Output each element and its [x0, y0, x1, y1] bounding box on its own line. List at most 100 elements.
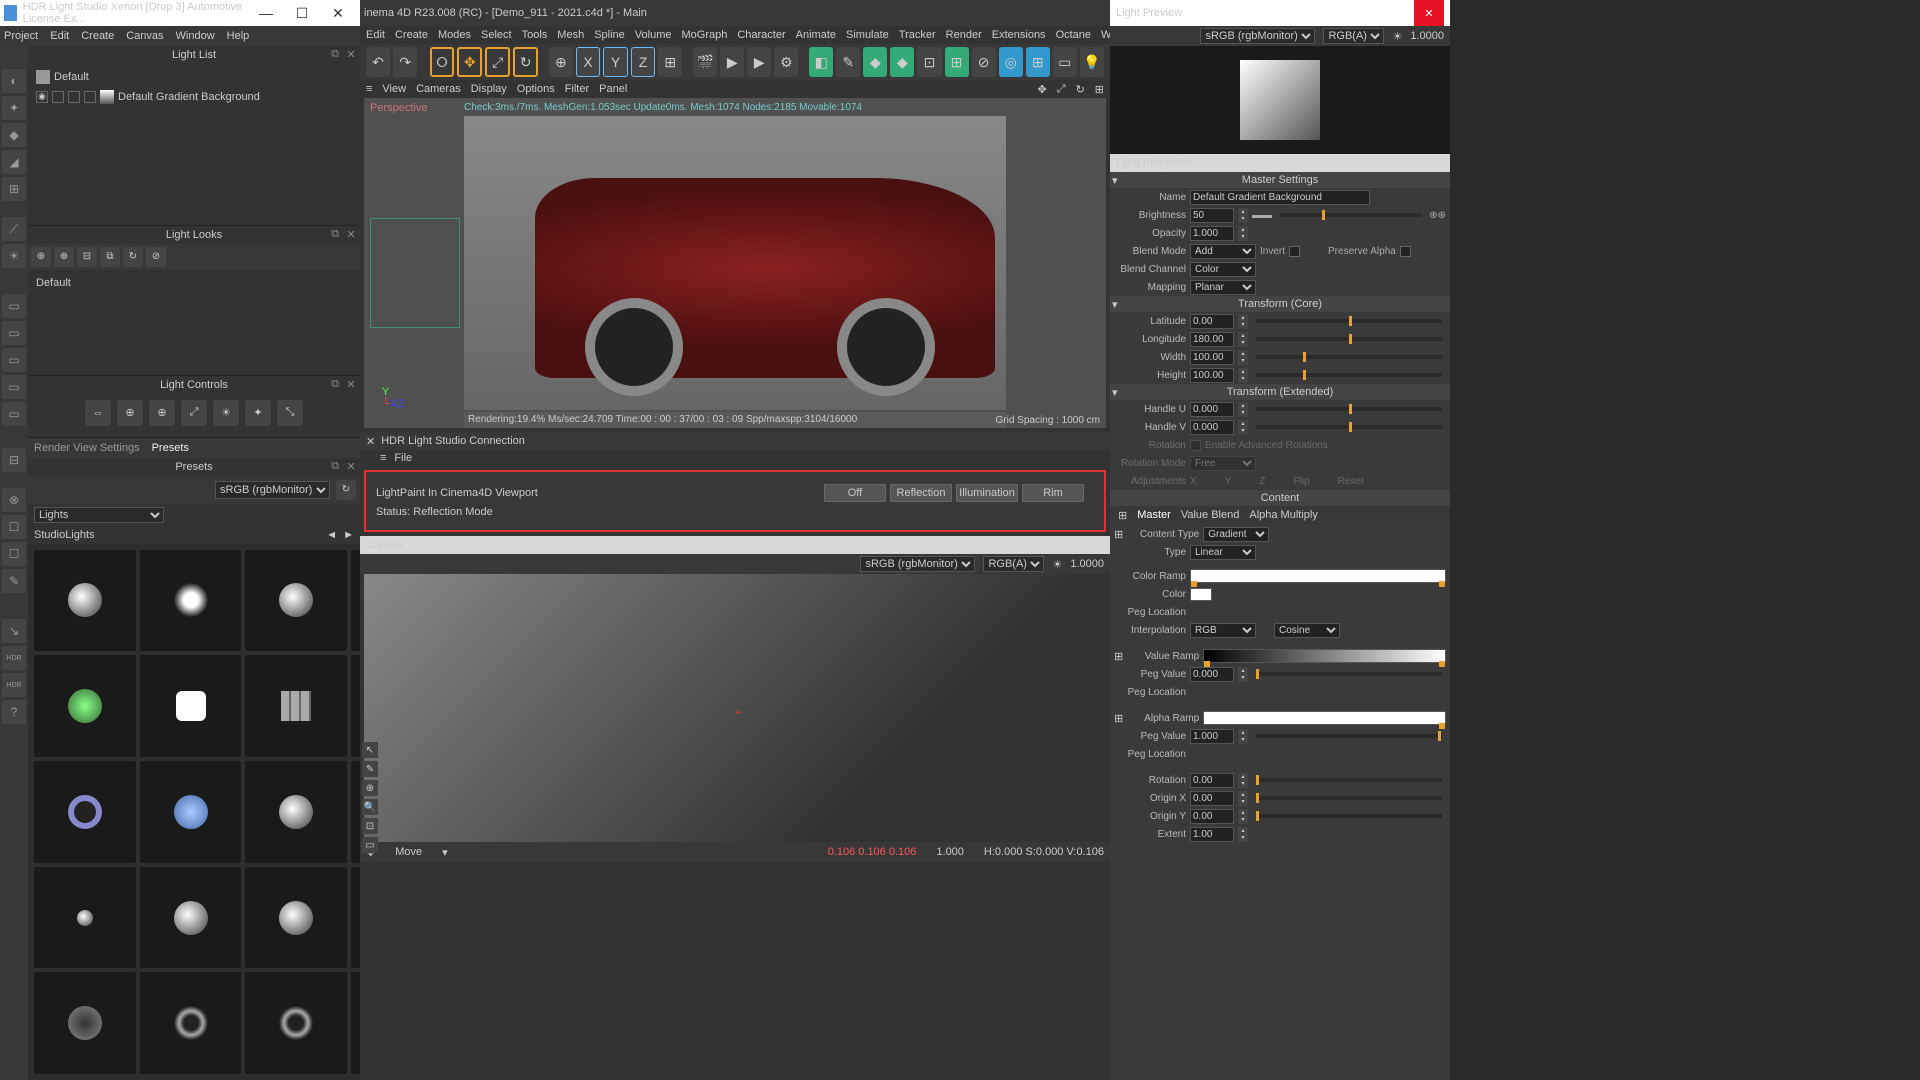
pegval-input[interactable]	[1190, 667, 1234, 682]
handlev-slider[interactable]	[1256, 425, 1442, 429]
section-content[interactable]: Content	[1110, 490, 1450, 506]
view-menu-options[interactable]: Options	[517, 83, 555, 95]
preset-thumb[interactable]	[245, 972, 347, 1074]
close-icon[interactable]: ✕	[344, 460, 358, 474]
render-rgn-icon[interactable]: ▶	[747, 47, 771, 77]
handleu-slider[interactable]	[1256, 407, 1442, 411]
rot2-slider[interactable]	[1256, 778, 1442, 782]
undock-icon[interactable]: ⧉	[328, 48, 342, 62]
lc-tool-2[interactable]: ⊕	[117, 400, 143, 426]
expand-icon[interactable]: ⊞	[1114, 528, 1123, 541]
cloner-icon[interactable]: ⊞	[945, 47, 969, 77]
canvas-colorspace[interactable]: sRGB (rgbMonitor)	[860, 556, 975, 572]
pegval2-input[interactable]	[1190, 729, 1234, 744]
menu-edit[interactable]: Edit	[50, 30, 69, 42]
lp-exposure-icon[interactable]: ☀	[1392, 30, 1402, 43]
x-axis-icon[interactable]: X	[576, 47, 600, 77]
ctype-select[interactable]: Gradient	[1203, 527, 1269, 542]
toggle-icon[interactable]	[52, 91, 64, 103]
longitude-slider[interactable]	[1256, 337, 1442, 341]
lp-rim-button[interactable]: Rim	[1022, 484, 1084, 502]
color-ramp[interactable]	[1190, 569, 1446, 583]
look-row[interactable]: Default	[32, 274, 356, 292]
preset-thumb[interactable]	[34, 550, 136, 652]
originy-slider[interactable]	[1256, 814, 1442, 818]
sidebar-icon-9[interactable]: ▭	[2, 321, 26, 345]
rot2-input[interactable]	[1190, 773, 1234, 788]
redo-icon[interactable]: ↷	[393, 47, 417, 77]
sidebar-icon-5[interactable]: ⊞	[2, 177, 26, 201]
section-master-settings[interactable]: ▾Master Settings	[1110, 172, 1450, 188]
look-tool-2[interactable]: ⊕	[54, 247, 74, 267]
preset-thumb[interactable]	[140, 761, 242, 863]
prim2-icon[interactable]: ◆	[890, 47, 914, 77]
minimize-button[interactable]: —	[248, 0, 284, 26]
floor-icon[interactable]: ▭	[1053, 47, 1077, 77]
camera-icon[interactable]: ◎	[999, 47, 1023, 77]
view-menu-display[interactable]: Display	[471, 83, 507, 95]
c4d-menu-octane[interactable]: Octane	[1056, 29, 1091, 41]
extent-input[interactable]	[1190, 827, 1234, 842]
preset-thumb[interactable]	[351, 867, 360, 969]
status-dropdown-icon[interactable]: ▾	[442, 846, 448, 859]
pegval-slider[interactable]	[1256, 672, 1442, 676]
preset-thumb[interactable]	[34, 761, 136, 863]
preserve-checkbox[interactable]	[1400, 246, 1411, 257]
mapping-select[interactable]: Planar	[1190, 280, 1256, 295]
canvas-tool-6[interactable]: ▭	[362, 837, 378, 853]
hdr-icon-2[interactable]: HDR	[2, 673, 26, 697]
tab-value-blend[interactable]: Value Blend	[1181, 509, 1240, 522]
tab-presets[interactable]: Presets	[152, 442, 189, 454]
close-icon[interactable]: ✕	[366, 435, 375, 448]
tab-master[interactable]: Master	[1137, 509, 1171, 522]
undock-icon[interactable]: ⧉	[328, 460, 342, 474]
canvas-mode[interactable]: RGB(A)	[983, 556, 1044, 572]
undock-icon[interactable]: ⧉	[328, 378, 342, 392]
presets-category[interactable]: Lights	[34, 507, 164, 523]
view-menu-cameras[interactable]: Cameras	[416, 83, 461, 95]
c4d-menu-mesh[interactable]: Mesh	[557, 29, 584, 41]
pegval2-slider[interactable]	[1256, 734, 1442, 738]
sidebar-icon-6[interactable]: ⟋	[2, 217, 26, 241]
c4d-menu-extensions[interactable]: Extensions	[992, 29, 1046, 41]
lc-tool-5[interactable]: ☀	[213, 400, 239, 426]
light-icon[interactable]: 💡	[1080, 47, 1104, 77]
lp-off-button[interactable]: Off	[824, 484, 886, 502]
arrow-right-icon[interactable]: ►	[343, 529, 354, 541]
tab-alpha-multiply[interactable]: Alpha Multiply	[1249, 509, 1317, 522]
color-swatch[interactable]	[1190, 588, 1212, 601]
z-axis-icon[interactable]: Z	[631, 47, 655, 77]
toggle-icon[interactable]	[68, 91, 80, 103]
sidebar-icon-3[interactable]: ◆	[2, 123, 26, 147]
menu-canvas[interactable]: Canvas	[126, 30, 163, 42]
file-menu[interactable]: File	[394, 452, 412, 464]
close-button[interactable]: ✕	[1414, 0, 1444, 26]
hdr-icon[interactable]: HDR	[2, 646, 26, 670]
look-tool-1[interactable]: ⊕	[31, 247, 51, 267]
preset-thumb[interactable]	[140, 867, 242, 969]
maximize-button[interactable]: ☐	[284, 0, 320, 26]
menu-project[interactable]: Project	[4, 30, 38, 42]
c4d-menu-tracker[interactable]: Tracker	[899, 29, 936, 41]
expand-icon[interactable]: ⊞	[1114, 650, 1123, 663]
grid-icon[interactable]: ⊞	[1026, 47, 1050, 77]
c4d-menu-animate[interactable]: Animate	[796, 29, 836, 41]
look-tool-6[interactable]: ⊘	[146, 247, 166, 267]
select-tool-icon[interactable]: ⭘	[430, 47, 455, 77]
latitude-slider[interactable]	[1256, 319, 1442, 323]
sidebar-icon-1[interactable]: ◐	[2, 69, 26, 93]
height-slider[interactable]	[1256, 373, 1442, 377]
c4d-menu-character[interactable]: Character	[737, 29, 785, 41]
preset-thumb[interactable]	[34, 655, 136, 757]
toggle-icon[interactable]	[84, 91, 96, 103]
originx-input[interactable]	[1190, 791, 1234, 806]
width-slider[interactable]	[1256, 355, 1442, 359]
preset-thumb[interactable]	[140, 655, 242, 757]
look-tool-3[interactable]: ⊟	[77, 247, 97, 267]
c4d-menu-mograph[interactable]: MoGraph	[681, 29, 727, 41]
axis-lock-icon[interactable]: ⊕	[549, 47, 573, 77]
close-button[interactable]: ✕	[320, 0, 356, 26]
coord-icon[interactable]: ⊞	[658, 47, 682, 77]
lc-tool-7[interactable]: ⤡	[277, 400, 303, 426]
c4d-menu-modes[interactable]: Modes	[438, 29, 471, 41]
